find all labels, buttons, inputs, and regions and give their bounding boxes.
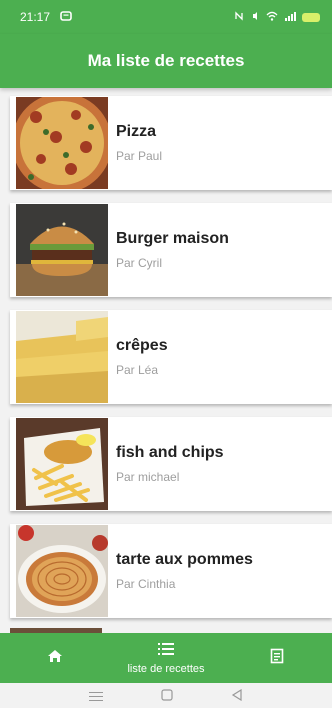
recipe-image-apple-tart [16,525,108,617]
back-button[interactable] [231,688,243,704]
nav-home[interactable] [0,633,111,683]
receipt-icon [270,648,284,668]
recipe-title: tarte aux pommes [116,551,253,568]
recipe-author: Par Paul [116,149,163,163]
wifi-icon [266,11,278,24]
home-icon [47,648,63,668]
recipe-image-crepes [16,311,108,403]
recipe-card[interactable]: crêpes Par Léa [10,310,332,404]
system-nav-bar [0,683,332,708]
nav-receipt[interactable] [221,633,332,683]
battery-icon [302,12,320,22]
recipe-author: Par Cinthia [116,577,176,591]
recipe-title: Burger maison [116,230,229,247]
recipe-card[interactable]: Pizza Par Paul [10,96,332,190]
app-bar: Ma liste de recettes [0,34,332,88]
nav-recipe-list[interactable]: liste de recettes [111,633,222,683]
signal-icon [284,11,296,24]
list-icon [158,642,174,660]
nfc-icon [234,10,244,24]
status-bar: 21:17 [0,0,332,34]
recipe-title: fish and chips [116,444,224,461]
recipe-list[interactable]: Pizza Par Paul Burger maison Par Cyril c… [0,88,332,633]
recents-button[interactable] [89,688,103,704]
bottom-nav: liste de recettes [0,633,332,683]
recipe-author: Par Cyril [116,256,163,270]
home-button[interactable] [161,688,173,704]
recipe-author: Par michael [116,470,180,484]
recipe-card[interactable]: fish and chips Par michael [10,417,332,511]
recipe-card[interactable]: Burger maison Par Cyril [10,203,332,297]
recipe-card[interactable]: tarte aux pommes Par Cinthia [10,524,332,618]
notification-icon [60,10,72,25]
status-time: 21:17 [20,10,51,24]
recipe-image-pizza [16,97,108,189]
nav-recipe-list-label: liste de recettes [127,662,205,675]
recipe-title: Pizza [116,123,157,140]
recipe-author: Par Léa [116,363,159,377]
mute-icon [250,11,260,24]
recipe-image-fish-and-chips [16,418,108,510]
page-title: Ma liste de recettes [87,51,245,70]
recipe-image-burger [16,204,108,296]
recipe-title: crêpes [116,337,168,354]
